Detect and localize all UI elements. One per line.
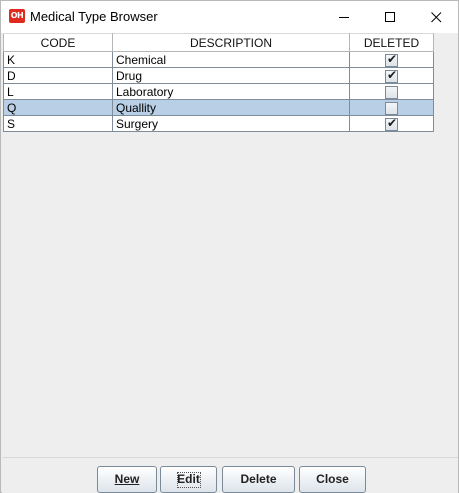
table-row[interactable]: D Drug ✔ <box>3 67 434 84</box>
delete-button-label: Delete <box>240 472 277 486</box>
description-cell[interactable]: Laboratory <box>112 83 350 100</box>
code-cell[interactable]: S <box>3 115 113 132</box>
code-cell[interactable]: Q <box>3 99 113 116</box>
checkmark-icon: ✔ <box>387 51 398 66</box>
minimize-icon <box>339 17 349 18</box>
code-cell[interactable]: D <box>3 67 113 84</box>
code-cell[interactable]: L <box>3 83 113 100</box>
focus-indicator <box>177 472 201 488</box>
description-cell[interactable]: Surgery <box>112 115 350 132</box>
deleted-cell[interactable]: ✔ <box>349 115 434 132</box>
deleted-cell[interactable] <box>349 83 434 100</box>
column-header-code[interactable]: CODE <box>3 33 113 52</box>
button-bar: New Edit Delete Close <box>2 457 458 493</box>
close-icon <box>431 12 442 23</box>
column-header-deleted[interactable]: DELETED <box>349 33 434 52</box>
minimize-button[interactable] <box>321 1 367 33</box>
deleted-checkbox[interactable]: ✔ <box>385 51 398 67</box>
deleted-cell[interactable]: ✔ <box>349 67 434 84</box>
deleted-cell[interactable] <box>349 99 434 116</box>
new-button-label: New <box>114 472 140 486</box>
table-viewport[interactable]: CODE DESCRIPTION DELETED K Chemical ✔ D … <box>2 33 458 457</box>
close-button-label: Close <box>316 472 349 486</box>
medical-type-table: CODE DESCRIPTION DELETED K Chemical ✔ D … <box>3 33 434 132</box>
maximize-button[interactable] <box>367 1 413 33</box>
deleted-checkbox[interactable] <box>385 85 398 99</box>
deleted-cell[interactable]: ✔ <box>349 51 434 68</box>
description-cell[interactable]: Chemical <box>112 51 350 68</box>
app-logo-icon: OH <box>9 9 25 23</box>
close-button[interactable]: Close <box>299 466 366 493</box>
maximize-icon <box>385 12 395 22</box>
code-cell[interactable]: K <box>3 51 113 68</box>
table-row[interactable]: S Surgery ✔ <box>3 115 434 132</box>
deleted-checkbox[interactable] <box>385 101 398 115</box>
medical-type-browser-window: OH Medical Type Browser CODE DESCRIPTION… <box>0 0 459 493</box>
table-row[interactable]: K Chemical ✔ <box>3 51 434 68</box>
description-cell[interactable]: Quallity <box>112 99 350 116</box>
checkmark-icon: ✔ <box>387 115 398 130</box>
description-cell[interactable]: Drug <box>112 67 350 84</box>
table-header-row: CODE DESCRIPTION DELETED <box>3 33 434 52</box>
table-row[interactable]: L Laboratory <box>3 83 434 100</box>
window-title: Medical Type Browser <box>30 9 158 24</box>
edit-button[interactable]: Edit <box>160 466 217 493</box>
close-window-button[interactable] <box>413 1 459 33</box>
delete-button[interactable]: Delete <box>222 466 295 493</box>
new-button[interactable]: New <box>97 466 157 493</box>
table-row-selected[interactable]: Q Quallity <box>3 99 434 116</box>
title-bar[interactable]: OH Medical Type Browser <box>1 1 458 33</box>
deleted-checkbox[interactable]: ✔ <box>385 115 398 131</box>
deleted-checkbox[interactable]: ✔ <box>385 67 398 83</box>
column-header-description[interactable]: DESCRIPTION <box>112 33 350 52</box>
checkmark-icon: ✔ <box>387 67 398 82</box>
